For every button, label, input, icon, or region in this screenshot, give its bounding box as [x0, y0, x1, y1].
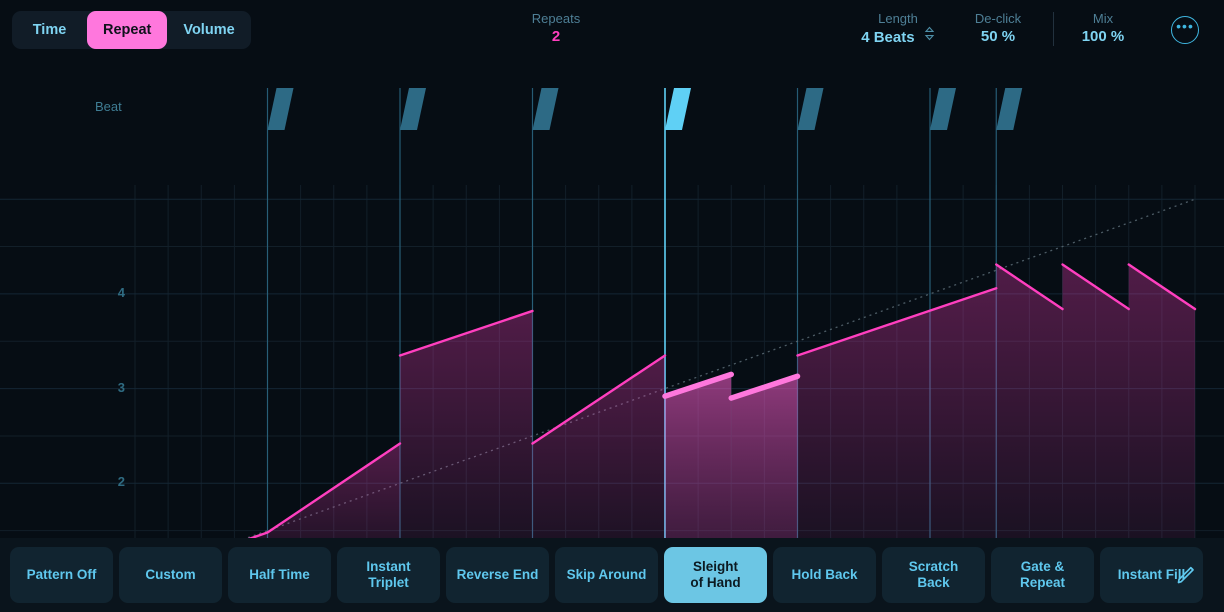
- edit-pencil-button[interactable]: [1163, 547, 1209, 603]
- marker-flag[interactable]: [930, 88, 956, 130]
- marker-flag[interactable]: [665, 88, 691, 130]
- curve-fill: [731, 376, 798, 538]
- curve-fill: [996, 264, 1063, 538]
- mode-tab-time[interactable]: Time: [12, 11, 87, 49]
- preset-reverse-end[interactable]: Reverse End: [446, 547, 549, 603]
- param-mix[interactable]: Mix 100 %: [1055, 10, 1151, 47]
- curve-fill: [1062, 264, 1129, 538]
- marker-flag[interactable]: [267, 88, 294, 130]
- param-length[interactable]: Length 4 Beats: [840, 10, 956, 48]
- marker-flag[interactable]: [996, 88, 1023, 130]
- repeat-curve-graph[interactable]: Beat 1234 1.522.533.544.25: [0, 60, 1224, 596]
- stepper-icon[interactable]: [924, 26, 935, 47]
- curve-fill: [1128, 264, 1195, 538]
- preset-sleight-of-hand[interactable]: Sleight of Hand: [664, 547, 767, 603]
- preset-gate-repeat[interactable]: Gate & Repeat: [991, 547, 1094, 603]
- preset-scratch-back[interactable]: Scratch Back: [882, 547, 985, 603]
- param-repeats[interactable]: Repeats 2: [496, 10, 616, 47]
- mode-tab-group[interactable]: Time Repeat Volume: [12, 11, 251, 49]
- mode-tab-repeat[interactable]: Repeat: [87, 11, 168, 49]
- curve-plot[interactable]: [0, 60, 1224, 538]
- preset-custom[interactable]: Custom: [119, 547, 222, 603]
- curve-fill: [400, 310, 533, 538]
- param-declick-label: De-click: [974, 11, 1022, 26]
- marker-flag[interactable]: [532, 88, 559, 130]
- curve-fill: [665, 374, 732, 538]
- param-declick[interactable]: De-click 50 %: [948, 10, 1048, 47]
- param-length-value[interactable]: 4 Beats: [840, 26, 956, 48]
- toolbar-divider: [1053, 12, 1054, 46]
- preset-pattern-off[interactable]: Pattern Off: [10, 547, 113, 603]
- marker-flag[interactable]: [400, 88, 426, 130]
- repeat-editor-window: Time Repeat Volume Repeats 2 Length 4 Beat…: [0, 0, 1224, 612]
- preset-hold-back[interactable]: Hold Back: [773, 547, 876, 603]
- curve-fill: [797, 288, 997, 538]
- preset-half-time[interactable]: Half Time: [228, 547, 331, 603]
- pencil-icon: [1177, 566, 1194, 584]
- mode-tab-volume[interactable]: Volume: [167, 11, 250, 49]
- param-repeats-value[interactable]: 2: [496, 27, 616, 47]
- preset-bar: Pattern Off Custom Half Time Instant Triplet…: [0, 538, 1224, 612]
- param-repeats-label: Repeats: [531, 11, 581, 26]
- preset-skip-around[interactable]: Skip Around: [555, 547, 658, 603]
- toolbar: Time Repeat Volume Repeats 2 Length 4 Beat…: [0, 0, 1224, 60]
- param-mix-label: Mix: [1092, 11, 1114, 26]
- y-tick-2: 2: [117, 474, 125, 490]
- y-tick-4: 4: [117, 284, 125, 300]
- param-length-text: 4 Beats: [861, 29, 915, 46]
- marker-flag[interactable]: [797, 88, 824, 130]
- param-declick-value[interactable]: 50 %: [948, 27, 1048, 47]
- preset-instant-triplet[interactable]: Instant Triplet: [337, 547, 440, 603]
- more-options-icon[interactable]: •••: [1171, 16, 1199, 44]
- param-length-label: Length: [878, 11, 918, 26]
- param-mix-value[interactable]: 100 %: [1055, 27, 1151, 47]
- more-options-dots: •••: [1176, 18, 1194, 34]
- y-tick-3: 3: [117, 379, 125, 395]
- preset-button-group[interactable]: Pattern Off Custom Half Time Instant Triplet…: [10, 547, 1203, 603]
